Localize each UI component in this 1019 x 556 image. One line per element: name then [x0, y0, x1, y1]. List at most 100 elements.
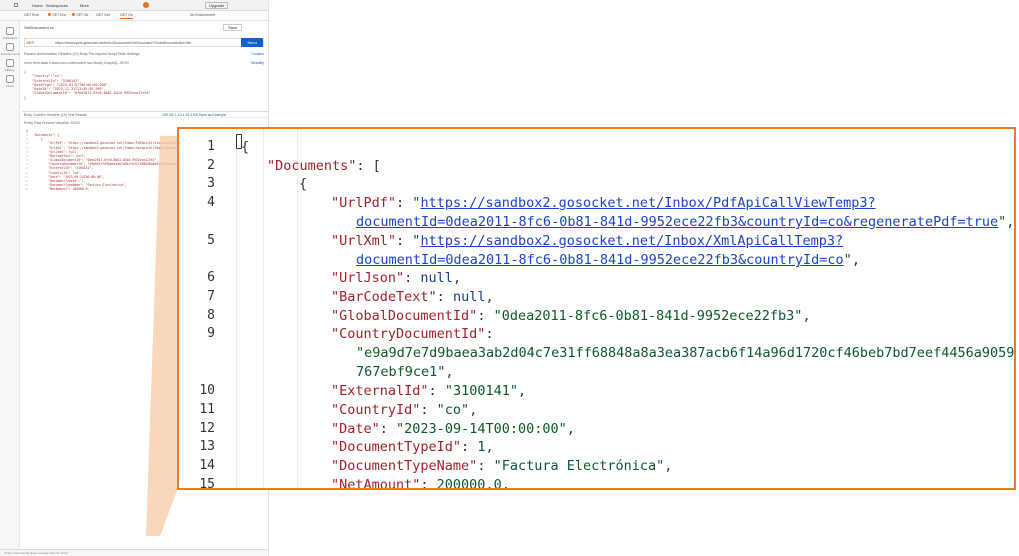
json-punct: : [485, 326, 494, 342]
json-line: { [299, 176, 307, 192]
json-punct: : [404, 270, 421, 286]
request-tab[interactable]: GET Se [72, 13, 88, 19]
json-punct: , [452, 270, 462, 286]
json-line-wrap: "e9a9d7e7d9baea3ab2d04c7e31ff68848a8a3ea… [356, 345, 1016, 361]
json-line-wrap: documentId=0dea2011-8fc6-0b81-841d-9952e… [356, 252, 860, 268]
json-punct: , [469, 402, 478, 418]
response-view-tabs[interactable]: Pretty Raw Preview Visualize JSON [24, 121, 264, 125]
json-string: "0dea2011-8fc6-0b81-841d-9952ece22fb3" [493, 308, 803, 324]
environments-icon[interactable] [6, 43, 14, 51]
json-line: "DocumentTypeName": "Factura Electrónica… [331, 458, 672, 474]
json-punct: , [566, 421, 575, 437]
json-line: "Date": "2023-09-14T00:00:00", [331, 421, 575, 437]
json-key: "CountryDocumentId" [331, 326, 486, 342]
json-string: "2023-09-14T00:00:00" [396, 421, 567, 437]
sidebar-label: Environments [1, 52, 20, 56]
json-punct: : [420, 402, 437, 418]
json-line-wrap: documentId=0dea2011-8fc6-0b81-841d-9952e… [356, 214, 1014, 230]
json-punct: : [396, 233, 413, 249]
sidebar-label: Collections [2, 36, 18, 40]
flows-icon[interactable] [6, 75, 14, 83]
json-url-link[interactable]: documentId=0dea2011-8fc6-0b81-841d-9952e… [356, 214, 998, 230]
method-select[interactable]: GET [26, 40, 52, 46]
json-punct: : [477, 458, 494, 474]
json-punct: : [ [356, 158, 381, 174]
json-line: "ExternalId": "3100141", [331, 383, 526, 399]
json-key: "BarCodeText" [331, 289, 437, 305]
json-url-link[interactable]: https://sandbox2.gosocket.net/Inbox/XmlA… [420, 233, 843, 249]
json-punct: , [517, 383, 527, 399]
response-status: 200 OK 1.10 s 24.4 KB Save as Example [162, 113, 227, 117]
json-punct: , [485, 289, 494, 305]
json-key: "DocumentTypeName" [331, 458, 478, 474]
json-key: "Documents" [267, 158, 357, 174]
json-key: "NetAmount" [331, 477, 421, 490]
json-number: 200000.0 [436, 477, 502, 490]
status-bar: Online Find and Replace Console Runner T… [0, 549, 268, 556]
json-quote: " [998, 214, 1007, 230]
request-tab[interactable]: GET Get [96, 13, 110, 19]
response-tabs[interactable]: Body Cookies Headers (10) Test Results [24, 113, 87, 117]
json-punct: : [477, 308, 494, 324]
response-bar: Body Cookies Headers (10) Test Results 2… [22, 111, 268, 118]
json-code[interactable]: { "Documents": [ { documentId=0dea2011-8fc6… [179, 129, 1014, 488]
json-punct: , [802, 308, 811, 324]
json-line: { [241, 139, 249, 155]
json-string: "co" [436, 402, 470, 418]
postman-logo-icon [143, 2, 149, 8]
json-punct: : [461, 439, 478, 455]
left-sidebar: Collections Environments History Flows [0, 21, 20, 556]
json-key: "GlobalDocumentId" [331, 308, 478, 324]
json-punct: , [485, 439, 494, 455]
top-nav-bar: Home Workspaces More Upgrade [0, 0, 268, 11]
request-url-bar: GET https://developers.gosocket.net/Inbo… [24, 38, 264, 47]
json-line: "CountryDocumentId": [331, 326, 494, 342]
json-punct: : [420, 477, 437, 490]
json-line: "GlobalDocumentId": "0dea2011-8fc6-0b81-… [331, 308, 811, 324]
json-line: "UrlXml": "https://sandbox2.gosocket.net… [331, 233, 843, 249]
json-key: "UrlPdf" [331, 195, 397, 211]
json-punct: , [1006, 214, 1015, 230]
json-line: "UrlPdf": "https://sandbox2.gosocket.net… [331, 195, 876, 211]
json-url-link[interactable]: https://sandbox2.gosocket.net/Inbox/PdfA… [420, 195, 875, 211]
json-line: "BarCodeText": null, [331, 289, 494, 305]
json-line-wrap: 767ebf9ce1", [356, 364, 454, 380]
back-icon[interactable] [14, 3, 18, 7]
json-punct: { [241, 139, 250, 155]
json-quote: " [843, 252, 852, 268]
json-key: "CountryId" [331, 402, 421, 418]
json-line: "UrlJson": null, [331, 270, 461, 286]
json-key: "Date" [331, 421, 380, 437]
json-string: 767ebf9ce1" [356, 364, 446, 380]
url-input[interactable]: https://developers.gosocket.net/Inbox/Do… [55, 41, 215, 45]
cookies-link[interactable]: Cookies [224, 52, 264, 56]
nav-more[interactable]: More [80, 3, 89, 8]
json-line: "DocumentTypeId": 1, [331, 439, 494, 455]
json-url-link[interactable]: documentId=0dea2011-8fc6-0b81-841d-9952e… [356, 252, 844, 268]
beautify-link[interactable]: Beautify [224, 61, 264, 65]
json-string: "e9a9d7e7d9baea3ab2d04c7e31ff68848a8a3ea… [356, 345, 1016, 361]
json-line: "Documents": [ [267, 158, 381, 174]
sidebar-label: History [5, 68, 15, 72]
request-tab-active[interactable]: GET Ge [120, 13, 133, 19]
request-tab[interactable]: GET Env [48, 13, 66, 19]
send-button[interactable]: Send [241, 38, 263, 47]
history-icon[interactable] [6, 59, 14, 67]
json-key: "DocumentTypeId" [331, 439, 462, 455]
json-punct: , [501, 477, 510, 490]
json-key: "UrlJson" [331, 270, 405, 286]
json-punct: , [445, 364, 454, 380]
nav-workspaces[interactable]: Workspaces [46, 3, 68, 8]
upgrade-button[interactable]: Upgrade [205, 2, 229, 9]
save-button[interactable]: Save [223, 24, 243, 31]
json-key: "ExternalId" [331, 383, 429, 399]
environment-select[interactable]: No Environment [190, 13, 215, 19]
json-line: "NetAmount": 200000.0, [331, 477, 510, 490]
request-tab[interactable]: GET Envi [24, 13, 39, 19]
sidebar-label: Flows [6, 84, 14, 88]
json-punct: : [436, 289, 453, 305]
collections-icon[interactable] [6, 27, 14, 35]
nav-home[interactable]: Home [32, 3, 43, 8]
json-punct: { [299, 176, 308, 192]
request-body-editor[interactable]: { "Country":"co", "ExternalId": "3100141… [24, 70, 264, 100]
